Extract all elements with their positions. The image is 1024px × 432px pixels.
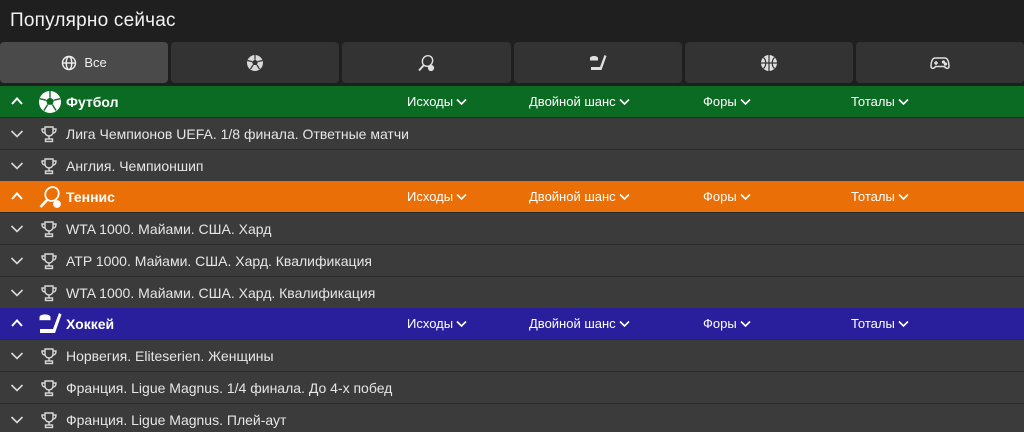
chevron-down-icon xyxy=(456,193,467,200)
market-label: Форы xyxy=(703,189,737,204)
market-label: Двойной шанс xyxy=(529,94,616,109)
market-label: Тоталы xyxy=(851,189,895,204)
soccer-ball-icon xyxy=(39,91,61,113)
chevron-down-icon[interactable] xyxy=(10,256,24,266)
market-double-chance-dropdown[interactable]: Двойной шанс xyxy=(529,316,630,331)
league-row[interactable]: WTA 1000. Майами. США. Хард. Квалификаци… xyxy=(0,276,1024,308)
market-handicaps-dropdown[interactable]: Форы xyxy=(703,94,751,109)
market-outcomes-dropdown[interactable]: Исходы xyxy=(407,189,467,204)
gamepad-icon xyxy=(930,56,950,69)
league-row[interactable]: Норвегия. Eliteserien. Женщины xyxy=(0,339,1024,371)
market-totals-dropdown[interactable]: Тоталы xyxy=(851,316,909,331)
trophy-icon xyxy=(41,285,57,302)
tab-esports[interactable] xyxy=(855,42,1024,83)
chevron-down-icon xyxy=(619,193,630,200)
league-name: WTA 1000. Майами. США. Хард. Квалификаци… xyxy=(66,284,376,301)
market-handicaps-dropdown[interactable]: Форы xyxy=(703,189,751,204)
market-label: Тоталы xyxy=(851,316,895,331)
chevron-down-icon xyxy=(740,98,751,105)
chevron-down-icon xyxy=(898,320,909,327)
market-totals-dropdown[interactable]: Тоталы xyxy=(851,189,909,204)
market-double-chance-dropdown[interactable]: Двойной шанс xyxy=(529,189,630,204)
market-handicaps-dropdown[interactable]: Форы xyxy=(703,316,751,331)
league-name: Норвегия. Eliteserien. Женщины xyxy=(66,347,274,364)
market-outcomes-dropdown[interactable]: Исходы xyxy=(407,94,467,109)
league-name: Англия. Чемпионшип xyxy=(66,157,204,174)
league-row[interactable]: Лига Чемпионов UEFA. 1/8 финала. Ответны… xyxy=(0,117,1024,149)
chevron-down-icon[interactable] xyxy=(10,415,24,425)
market-label: Двойной шанс xyxy=(529,316,616,331)
trophy-icon xyxy=(41,253,57,270)
league-row[interactable]: Франция. Ligue Magnus. Плей-аут xyxy=(0,403,1024,432)
chevron-down-icon[interactable] xyxy=(10,383,24,393)
sport-header-hockey[interactable]: Хоккей Исходы Двойной шанс Форы Тоталы xyxy=(0,308,1024,339)
chevron-up-icon[interactable] xyxy=(10,316,24,330)
sport-header-tennis[interactable]: Теннис Исходы Двойной шанс Форы Тоталы xyxy=(0,181,1024,212)
sport-name: Футбол xyxy=(66,93,119,110)
page-title: Популярно сейчас xyxy=(10,9,176,31)
league-row[interactable]: Англия. Чемпионшип xyxy=(0,149,1024,181)
trophy-icon xyxy=(41,380,57,397)
tab-hockey[interactable] xyxy=(513,42,682,83)
tennis-icon xyxy=(39,186,61,208)
market-label: Форы xyxy=(703,94,737,109)
market-label: Исходы xyxy=(407,94,454,109)
chevron-down-icon[interactable] xyxy=(10,129,24,139)
soccer-ball-icon xyxy=(247,54,264,71)
tab-basketball[interactable] xyxy=(684,42,853,83)
basketball-icon xyxy=(760,54,777,71)
market-double-chance-dropdown[interactable]: Двойной шанс xyxy=(529,94,630,109)
market-label: Форы xyxy=(703,316,737,331)
trophy-icon xyxy=(41,412,57,429)
page-header: Популярно сейчас xyxy=(0,0,1024,41)
chevron-down-icon xyxy=(898,98,909,105)
tab-all-label: Все xyxy=(84,55,107,70)
trophy-icon xyxy=(41,126,57,143)
trophy-icon xyxy=(41,221,57,238)
league-name: Лига Чемпионов UEFA. 1/8 финала. Ответны… xyxy=(66,125,409,142)
league-name: ATP 1000. Майами. США. Хард. Квалификаци… xyxy=(66,252,372,269)
tab-tennis[interactable] xyxy=(342,42,511,83)
tennis-icon xyxy=(418,54,435,71)
chevron-down-icon xyxy=(619,98,630,105)
tab-all[interactable]: Все xyxy=(0,42,169,83)
league-name: WTA 1000. Майами. США. Хард xyxy=(66,220,272,237)
sport-name: Хоккей xyxy=(66,315,115,332)
hockey-icon xyxy=(589,54,607,70)
market-label: Исходы xyxy=(407,189,454,204)
market-label: Тоталы xyxy=(851,94,895,109)
trophy-icon xyxy=(41,158,57,175)
league-row[interactable]: Франция. Ligue Magnus. 1/4 финала. До 4-… xyxy=(0,371,1024,403)
market-label: Двойной шанс xyxy=(529,189,616,204)
league-row[interactable]: ATP 1000. Майами. США. Хард. Квалификаци… xyxy=(0,244,1024,276)
chevron-down-icon xyxy=(898,193,909,200)
chevron-down-icon[interactable] xyxy=(10,161,24,171)
sport-name: Теннис xyxy=(66,188,115,205)
league-row[interactable]: WTA 1000. Майами. США. Хард xyxy=(0,212,1024,244)
chevron-down-icon xyxy=(456,98,467,105)
sport-header-football[interactable]: Футбол Исходы Двойной шанс Форы Тоталы xyxy=(0,86,1024,117)
sport-tabs: Все xyxy=(0,41,1024,86)
globe-icon xyxy=(62,55,77,70)
market-totals-dropdown[interactable]: Тоталы xyxy=(851,94,909,109)
market-outcomes-dropdown[interactable]: Исходы xyxy=(407,316,467,331)
hockey-icon xyxy=(39,313,62,333)
chevron-down-icon xyxy=(619,320,630,327)
chevron-down-icon xyxy=(456,320,467,327)
trophy-icon xyxy=(41,348,57,365)
chevron-down-icon xyxy=(740,320,751,327)
chevron-down-icon[interactable] xyxy=(10,224,24,234)
league-name: Франция. Ligue Magnus. Плей-аут xyxy=(66,411,287,428)
chevron-up-icon[interactable] xyxy=(10,189,24,203)
chevron-down-icon[interactable] xyxy=(10,288,24,298)
league-name: Франция. Ligue Magnus. 1/4 финала. До 4-… xyxy=(66,379,393,396)
chevron-up-icon[interactable] xyxy=(10,94,24,108)
market-label: Исходы xyxy=(407,316,454,331)
chevron-down-icon xyxy=(740,193,751,200)
chevron-down-icon[interactable] xyxy=(10,351,24,361)
tab-football[interactable] xyxy=(171,42,340,83)
